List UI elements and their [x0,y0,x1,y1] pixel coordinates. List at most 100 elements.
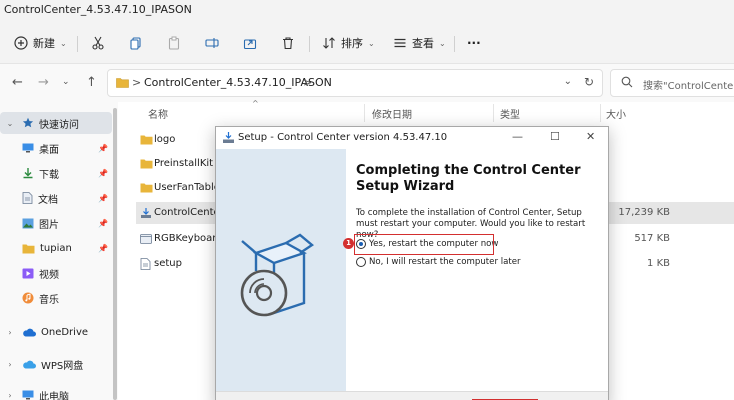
sidebar-item-downloads[interactable]: 下载 📌 [0,162,112,184]
search-box[interactable]: 搜索"ControlCenter_4.53.47.10_IPASON" [610,69,734,97]
sidebar-item-desktop[interactable]: 桌面 📌 [0,137,112,159]
file-name: PreinstallKit [154,158,214,169]
column-divider[interactable] [600,104,601,122]
column-header-type[interactable]: 类型 [500,106,520,121]
recent-chevron-icon[interactable]: ⌄ [62,77,70,87]
sidebar-item-pictures[interactable]: 图片 📌 [0,212,112,234]
sidebar-item-label: WPS网盘 [41,360,84,372]
refresh-icon[interactable]: ↻ [584,75,594,89]
chevron-down-icon: ⌄ [60,38,67,48]
forward-arrow-icon[interactable]: → [38,75,49,90]
back-arrow-icon[interactable]: ← [12,75,23,90]
pin-icon: 📌 [98,168,108,178]
sidebar-item-tupian[interactable]: tupian 📌 [0,237,112,259]
picture-icon [22,218,34,229]
more-icon: ··· [467,36,481,50]
maximize-icon[interactable]: ☐ [550,130,560,143]
column-divider[interactable] [364,104,365,122]
trash-icon [283,37,293,50]
sidebar-item-label: OneDrive [41,326,89,338]
copy-button[interactable] [129,32,143,54]
star-icon [22,117,34,129]
package-disc-icon [240,233,315,317]
share-button[interactable] [243,32,257,54]
column-header-name[interactable]: 名称 [148,106,168,121]
breadcrumb-separator: > [303,76,313,89]
settings-file-icon [140,258,151,270]
file-name: logo [154,134,176,145]
pin-icon: 📌 [98,143,108,153]
computer-icon [22,390,34,400]
sidebar-item-label: 视频 [39,269,59,281]
chevron-down-icon[interactable]: ⌄ [564,76,572,87]
search-input[interactable]: 搜索"ControlCenter_4.53.47.10_IPASON" [643,77,734,92]
address-bar[interactable]: > ControlCenter_4.53.47.10_IPASON > ⌄ ↻ [107,69,603,97]
video-icon [22,268,34,279]
sidebar-item-videos[interactable]: 视频 [0,262,112,284]
setup-dialog: Setup - Control Center version 4.53.47.1… [215,126,609,400]
paste-button[interactable] [167,32,181,54]
divider [454,36,455,52]
sidebar-item-documents[interactable]: 文档 📌 [0,187,112,209]
wizard-side-panel [216,149,346,400]
sort-ascending-icon: ^ [252,99,259,108]
sidebar-item-label: 快速访问 [39,119,79,131]
sort-label: 排序 [341,37,363,50]
folder-icon [140,135,153,145]
sidebar-item-label: 音乐 [39,294,59,306]
folder-icon [22,243,35,254]
expand-chevron-icon[interactable]: › [4,391,16,400]
folder-icon [116,78,129,88]
plus-circle-icon [14,36,28,50]
installer-icon [141,208,151,218]
annotation-step-marker: 1 [343,238,354,249]
music-icon [22,292,34,304]
minimize-icon[interactable]: — [512,130,523,143]
sidebar-item-label: 文档 [38,194,58,206]
column-header-modified[interactable]: 修改日期 [372,106,412,121]
command-bar: 新建 ⌄ 排序 ⌄ 查看 ⌄ ··· [0,22,734,64]
sidebar-item-this-pc[interactable]: › 此电脑 [0,384,112,400]
sidebar-item-quick-access[interactable]: ⌄ 快速访问 [0,112,112,134]
close-icon[interactable]: ✕ [586,130,595,143]
sidebar-item-label: 桌面 [39,144,59,156]
wizard-heading: Completing the Control Center Setup Wiza… [356,163,581,194]
annotation-highlight-box [354,234,494,255]
view-label: 查看 [412,37,434,50]
cloud-icon [22,328,36,337]
pin-icon: 📌 [98,243,108,253]
installer-icon [223,132,234,143]
view-button[interactable]: 查看 ⌄ [393,32,446,54]
breadcrumb-separator: > [132,76,142,89]
divider [309,36,310,52]
expand-chevron-icon[interactable]: › [4,328,16,337]
folder-icon [140,159,153,169]
delete-button[interactable] [281,32,295,54]
clipboard-icon [168,36,180,50]
view-list-icon [394,38,406,48]
cut-button[interactable] [91,32,105,54]
sidebar-item-label: 下载 [39,169,59,181]
sidebar-item-music[interactable]: 音乐 [0,287,112,309]
more-options-button[interactable]: ··· [467,32,481,54]
dialog-title-bar[interactable]: Setup - Control Center version 4.53.47.1… [216,127,608,149]
new-button[interactable]: 新建 ⌄ [14,32,67,54]
column-header-size[interactable]: 大小 [606,106,626,121]
expand-chevron-icon[interactable]: ⌄ [4,119,16,128]
file-size: 1 KB [647,258,670,269]
download-icon [22,167,34,179]
rename-button[interactable] [205,32,219,54]
restart-later-label: No, I will restart the computer later [369,257,521,267]
sidebar-item-onedrive[interactable]: › OneDrive [0,321,112,343]
expand-chevron-icon[interactable]: › [4,360,16,369]
scissors-icon [92,36,104,50]
wizard-content: Completing the Control Center Setup Wiza… [346,149,608,400]
sort-button[interactable]: 排序 ⌄ [322,32,375,54]
restart-later-radio[interactable]: No, I will restart the computer later [356,257,521,267]
navigation-scrollbar[interactable] [113,108,117,400]
sort-icon [323,37,335,49]
column-divider[interactable] [493,104,494,122]
pin-icon: 📌 [98,193,108,203]
sidebar-item-wps-cloud[interactable]: › WPS网盘 [0,353,112,375]
up-arrow-icon[interactable]: ↑ [86,75,97,90]
